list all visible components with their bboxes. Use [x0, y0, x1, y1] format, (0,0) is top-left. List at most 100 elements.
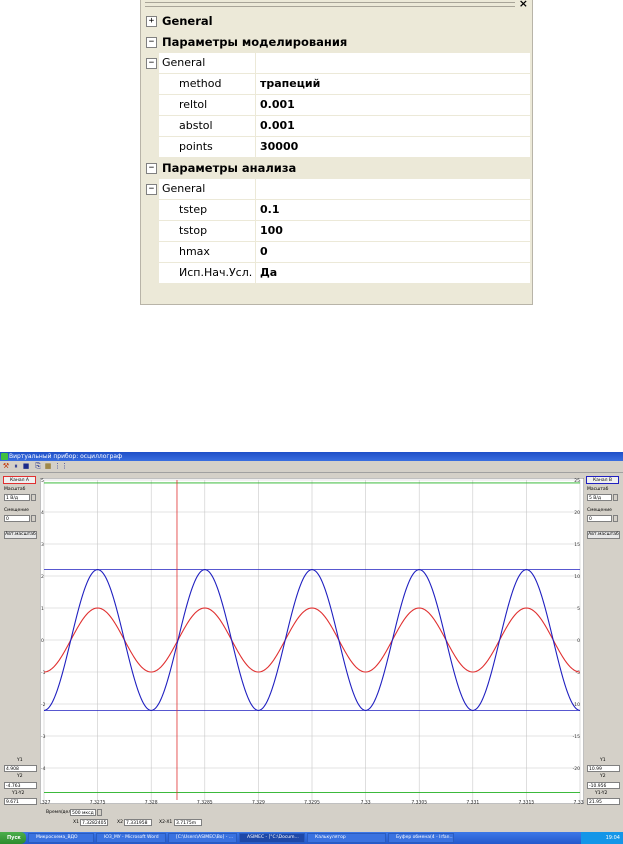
oscilloscope-plot[interactable]: 543210-1-2-3-42520151050-5-10-15-207.327… — [40, 478, 584, 804]
property-value-cell[interactable]: 100 — [256, 221, 530, 242]
property-value-cell[interactable]: 0.001 — [256, 116, 530, 137]
property-name-cell: method — [159, 74, 256, 95]
property-value: 100 — [260, 224, 283, 237]
property-grid-titlebar[interactable]: × — [141, 0, 532, 11]
copy-icon[interactable]: ⎘ — [34, 462, 42, 470]
group-row[interactable]: − General — [143, 179, 530, 200]
collapse-icon[interactable]: − — [146, 184, 157, 195]
y-right-tick-label: 20 — [574, 510, 580, 516]
property-row[interactable]: reltol 0.001 — [143, 95, 530, 116]
oscilloscope-titlebar[interactable]: Виртуальный прибор: осциллограф — [0, 452, 623, 461]
property-value-cell[interactable]: 0.001 — [256, 95, 530, 116]
taskbar: Пуск Микросхема_ВДО ЮЗ_МУ - Microsoft Wor… — [0, 832, 623, 844]
property-row[interactable]: points 30000 — [143, 137, 530, 158]
taskbar-item[interactable]: Микросхема_ВДО — [28, 833, 94, 843]
scale-label-b: Масштаб — [587, 487, 609, 492]
offset-spinner-a[interactable] — [31, 515, 36, 522]
timebase-field[interactable]: 500 мксд — [70, 809, 96, 816]
property-row[interactable]: method трапеций — [143, 74, 530, 95]
row-gutter — [143, 221, 159, 242]
channel-b-button[interactable]: Канал B — [586, 476, 619, 484]
expand-icon[interactable]: + — [146, 16, 157, 27]
property-row[interactable]: Исп.Нач.Усл. Да — [143, 263, 530, 284]
property-name-cell: abstol — [159, 116, 256, 137]
y1-label-a: Y1 — [17, 758, 23, 763]
x1-field: 7.3282405 — [80, 819, 108, 826]
property-value-cell[interactable]: 0.1 — [256, 200, 530, 221]
grid-icon[interactable]: ⋮⋮ — [54, 462, 68, 470]
scale-spinner-a[interactable] — [31, 494, 36, 501]
property-name-cell: points — [159, 137, 256, 158]
group-row[interactable]: − General — [143, 53, 530, 74]
row-gutter: − — [143, 179, 159, 200]
offset-field-b[interactable]: 0 — [587, 515, 612, 522]
x1-label: X1 — [73, 820, 79, 825]
start-button[interactable]: Пуск — [0, 832, 26, 844]
taskbar-item[interactable]: Буфер обмена(4 - Irfan... — [388, 833, 454, 843]
category-row[interactable]: − Параметры анализа — [143, 158, 530, 180]
row-gutter — [143, 95, 159, 116]
category-row[interactable]: − Параметры моделирования — [143, 32, 530, 54]
property-value-cell[interactable]: Да — [256, 263, 530, 284]
row-gutter: − — [143, 53, 159, 74]
x-tick-label: 7.331 — [466, 800, 479, 805]
category-label: Параметры моделирования — [162, 35, 348, 49]
scale-field-b[interactable]: 5 В/д — [587, 494, 612, 501]
diff-field-b: 21.95 — [587, 798, 620, 805]
collapse-icon[interactable]: − — [146, 163, 157, 174]
property-value-cell[interactable]: трапеций — [256, 74, 530, 95]
y1-field-b: 10.99 — [587, 765, 620, 772]
row-gutter — [143, 116, 159, 137]
property-value-cell[interactable]: 0 — [256, 242, 530, 263]
auto-scale-button-b[interactable]: Авт.масштаб — [587, 531, 620, 539]
y-right-tick-label: -20 — [573, 766, 580, 772]
offset-spinner-b[interactable] — [613, 515, 618, 522]
property-name-cell: tstop — [159, 221, 256, 242]
collapse-icon[interactable]: − — [146, 58, 157, 69]
group-label: General — [162, 56, 206, 69]
taskbar-item[interactable]: [C:\Users\ASIMEC\Bo] - ... — [168, 833, 237, 843]
category-row[interactable]: + General — [143, 11, 530, 33]
row-gutter — [143, 74, 159, 95]
property-row[interactable]: hmax 0 — [143, 242, 530, 263]
taskbar-item[interactable]: ЮЗ_МУ - Microsoft Word — [96, 833, 166, 843]
pause-icon[interactable]: ⏸ — [12, 462, 20, 470]
taskbar-item[interactable]: Калькулятор — [307, 833, 386, 843]
collapse-icon[interactable]: − — [146, 37, 157, 48]
timebase-label: Время/дел — [46, 810, 72, 815]
property-name: hmax — [179, 245, 210, 258]
x-tick-label: 7.332 — [574, 800, 584, 805]
property-row[interactable]: tstop 100 — [143, 221, 530, 242]
channel-a-button[interactable]: Канал А — [3, 476, 36, 484]
scale-spinner-b[interactable] — [613, 494, 618, 501]
property-value-cell[interactable]: 30000 — [256, 137, 530, 158]
offset-field-a[interactable]: 0 — [4, 515, 30, 522]
group-value-cell — [256, 53, 530, 74]
close-icon[interactable]: × — [519, 0, 528, 10]
property-name-cell: Исп.Нач.Усл. — [159, 263, 256, 284]
property-row[interactable]: tstep 0.1 — [143, 200, 530, 221]
property-name-cell: reltol — [159, 95, 256, 116]
x-tick-label: 7.3275 — [90, 800, 106, 805]
app-icon — [1, 453, 8, 460]
category-label: General — [162, 14, 213, 28]
y-left-tick-label: -3 — [41, 734, 46, 740]
auto-scale-button-a[interactable]: Авт.масштаб — [4, 531, 37, 539]
property-value: 0.1 — [260, 203, 280, 216]
folder-icon[interactable]: ▦ — [44, 462, 52, 470]
wrench-icon[interactable]: ⚒ — [2, 462, 10, 470]
x-tick-label: 7.3305 — [411, 800, 427, 805]
toolbar: ⚒ ⏸ ■ ⎘ ▦ ⋮⋮ — [0, 461, 623, 473]
stop-icon[interactable]: ■ — [22, 462, 30, 470]
property-name: reltol — [179, 98, 208, 111]
diff-label-b: Y1-Y2 — [595, 791, 608, 796]
taskbar-item[interactable]: ASIMEC - ["C:\Docum... — [239, 833, 305, 843]
property-row[interactable]: abstol 0.001 — [143, 116, 530, 137]
x-tick-label: 7.328 — [145, 800, 158, 805]
timebase-spinner[interactable] — [97, 809, 102, 816]
y-left-tick-label: 1 — [41, 606, 44, 612]
y-left-tick-label: -1 — [41, 670, 46, 676]
y2-label-a: Y2 — [17, 774, 23, 779]
y-right-tick-label: 10 — [574, 574, 580, 580]
scale-field-a[interactable]: 1 В/д — [4, 494, 30, 501]
